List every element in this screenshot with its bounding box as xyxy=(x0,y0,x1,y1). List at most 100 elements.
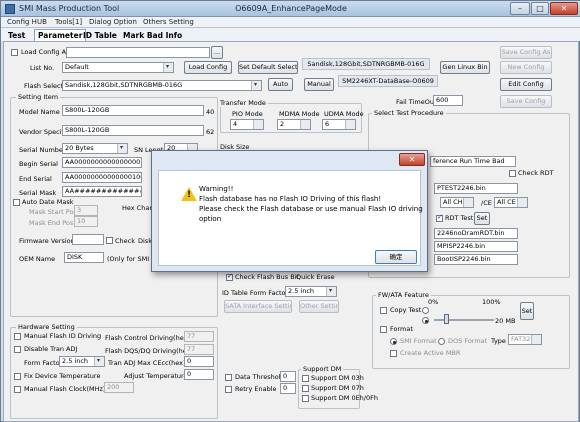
tab-id-table[interactable]: ID Table xyxy=(79,29,121,41)
hardware-setting-title: Hardware Setting xyxy=(16,323,77,331)
serial-number-select[interactable]: 20 Bytes xyxy=(62,143,128,154)
firmware-check-checkbox[interactable] xyxy=(106,237,113,244)
menu-config-hub[interactable]: Config HUB xyxy=(7,18,47,26)
close-button[interactable]: ✕ xyxy=(550,2,578,15)
copy-test-radio-2[interactable] xyxy=(422,317,429,324)
format-checkbox[interactable] xyxy=(380,326,387,333)
auto-date-mask-checkbox[interactable] xyxy=(13,199,20,206)
save-config-as-button[interactable]: Save Config As xyxy=(500,46,552,59)
test-file-1-input[interactable]: PTEST2246.bin xyxy=(434,183,518,194)
warning-dialog: ✕ ! Warning!! Flash database has no Flas… xyxy=(151,150,428,272)
mask-start-pos-input[interactable]: 3 xyxy=(74,205,98,216)
test-file-4-input[interactable]: BootISP2246.bin xyxy=(434,254,518,265)
udma-mode-label: UDMA Mode xyxy=(324,110,364,118)
manual-flash-clock-input[interactable]: 200 xyxy=(104,382,134,393)
manual-flash-id-driving-checkbox[interactable] xyxy=(14,333,21,340)
hex-char-label: Hex Char xyxy=(122,204,152,212)
dialog-ok-button[interactable]: 确定 xyxy=(375,250,417,264)
rdt-test-label: RDT Test xyxy=(445,214,474,222)
check-rdt-checkbox[interactable] xyxy=(509,170,516,177)
firmware-version-input[interactable] xyxy=(72,234,104,245)
browse-button[interactable]: … xyxy=(211,46,223,59)
begin-serial-label: Begin Serial xyxy=(19,160,58,168)
oem-name-input[interactable]: DISK xyxy=(64,252,104,263)
minimize-button[interactable]: – xyxy=(510,2,530,15)
support-dm-0eh-checkbox[interactable] xyxy=(302,395,309,402)
copy-test-checkbox[interactable] xyxy=(380,307,387,314)
reference-runtime-bad-input[interactable]: ference Run Time Bad xyxy=(430,156,516,167)
maximize-button[interactable]: □ xyxy=(531,2,549,15)
udma-mode-select[interactable]: 6 xyxy=(322,119,356,130)
serial-mask-input[interactable]: AA################ xyxy=(62,186,142,197)
retry-enable-checkbox[interactable] xyxy=(225,386,232,393)
support-dm-07h-checkbox[interactable] xyxy=(302,385,309,392)
fail-timeout-input[interactable]: 600 xyxy=(433,95,463,106)
tab-mark-bad-info[interactable]: Mark Bad Info xyxy=(119,29,186,41)
copy-test-slider-track[interactable] xyxy=(434,319,494,321)
end-serial-label: End Serial xyxy=(19,175,52,183)
flash-select[interactable]: Sandisk,128Gbit,SDTNRGBMB-016G xyxy=(62,80,262,91)
begin-serial-input[interactable]: AA000000000000000016 xyxy=(62,157,142,168)
test-file-3-input[interactable]: MPISP2246.bin xyxy=(434,241,518,252)
rdt-set-button[interactable]: Set xyxy=(474,212,490,225)
disable-tran-adj-checkbox[interactable] xyxy=(14,346,21,353)
load-config-as-input[interactable] xyxy=(66,47,210,58)
rdt-test-checkbox[interactable] xyxy=(436,213,443,222)
retry-enable-input[interactable]: 0 xyxy=(280,383,296,394)
pio-mode-select[interactable]: 4 xyxy=(230,119,264,130)
dialog-line-4: option xyxy=(199,215,222,223)
menu-dialog-option[interactable]: Dialog Option xyxy=(89,18,137,26)
check-flash-bus-bit-label: Check Flash Bus Bit xyxy=(235,273,300,281)
mask-start-pos-label: Mask Start Pos xyxy=(29,208,77,216)
load-config-as-checkbox[interactable] xyxy=(11,49,18,56)
support-dm-03h-label: Support DM 03h xyxy=(311,374,364,382)
flash-control-driving-input[interactable]: 77 xyxy=(184,331,214,342)
vendor-specific-input[interactable]: S800L-120GB xyxy=(62,125,204,136)
ce-select[interactable]: All CE xyxy=(494,197,528,208)
copy-pct-0: 0% xyxy=(428,298,439,306)
dialog-line-3: Please check the Flash database or use m… xyxy=(199,205,423,213)
support-dm-03h-checkbox[interactable] xyxy=(302,375,309,382)
chevron-down-icon: ▾ xyxy=(254,81,258,88)
smi-format-radio[interactable] xyxy=(390,338,397,345)
menu-bar: Config HUB Tools[1] Dialog Option Others… xyxy=(1,17,580,28)
dialog-close-button[interactable]: ✕ xyxy=(399,153,425,166)
flash-dqs-driving-input[interactable]: 77 xyxy=(184,344,214,355)
list-no-select[interactable]: Default xyxy=(62,62,174,73)
copy-set-button[interactable]: Set xyxy=(520,302,534,320)
menu-tools[interactable]: Tools[1] xyxy=(55,18,82,26)
mask-end-pos-label: Mask End Pos xyxy=(29,219,74,227)
other-setting-button[interactable]: Other Setting xyxy=(299,300,339,313)
sata-interface-setting-button[interactable]: SATA Interface Setting xyxy=(224,300,292,313)
copy-test-slider-thumb[interactable] xyxy=(444,314,449,324)
main-window: SMI Mass Production Tool O6609A_EnhanceP… xyxy=(0,0,580,422)
manual-flash-clock-checkbox[interactable] xyxy=(14,386,21,393)
model-name-input[interactable]: S800L-120GB xyxy=(62,105,204,116)
copy-test-mb: 20 MB xyxy=(495,317,516,325)
mask-end-pos-input[interactable]: 10 xyxy=(74,216,98,227)
menu-others-setting[interactable]: Others Setting xyxy=(143,18,194,26)
adjust-temperature-input[interactable]: 0 xyxy=(184,369,214,380)
flash-control-driving-label: Flash Control Driving(hex) xyxy=(105,334,190,342)
oem-name-label: OEM Name xyxy=(19,255,56,263)
end-serial-input[interactable]: AA000000000000001000 xyxy=(62,172,142,183)
list-no-label: List No. xyxy=(30,64,55,72)
create-active-mbr-checkbox[interactable] xyxy=(390,350,397,357)
save-config-button[interactable]: Save Config xyxy=(500,95,552,108)
ce-label: /CE xyxy=(481,199,492,207)
support-dm-0eh-label: Support DM 0Eh/0Fh xyxy=(311,394,378,402)
tab-test[interactable]: Test xyxy=(4,29,29,41)
warning-icon-mark: ! xyxy=(187,190,192,200)
dos-format-radio[interactable] xyxy=(438,338,445,345)
tab-strip: Test Parameter ID Table Mark Bad Info xyxy=(1,28,580,41)
test-file-2-input[interactable]: 2246noDramRDT.bin xyxy=(434,228,518,239)
fat-type-select[interactable]: FAT32 xyxy=(508,334,542,345)
channel-select[interactable]: All CH xyxy=(440,197,474,208)
fix-device-temperature-checkbox[interactable] xyxy=(14,373,21,380)
mdma-mode-select[interactable]: 2 xyxy=(277,119,311,130)
check-flash-bus-bit-checkbox[interactable] xyxy=(226,272,233,281)
data-threshold-input[interactable]: 0 xyxy=(280,371,296,382)
copy-test-radio-1[interactable] xyxy=(422,307,429,314)
data-threshold-checkbox[interactable] xyxy=(225,374,232,381)
chevron-down-icon: ▾ xyxy=(329,287,333,294)
